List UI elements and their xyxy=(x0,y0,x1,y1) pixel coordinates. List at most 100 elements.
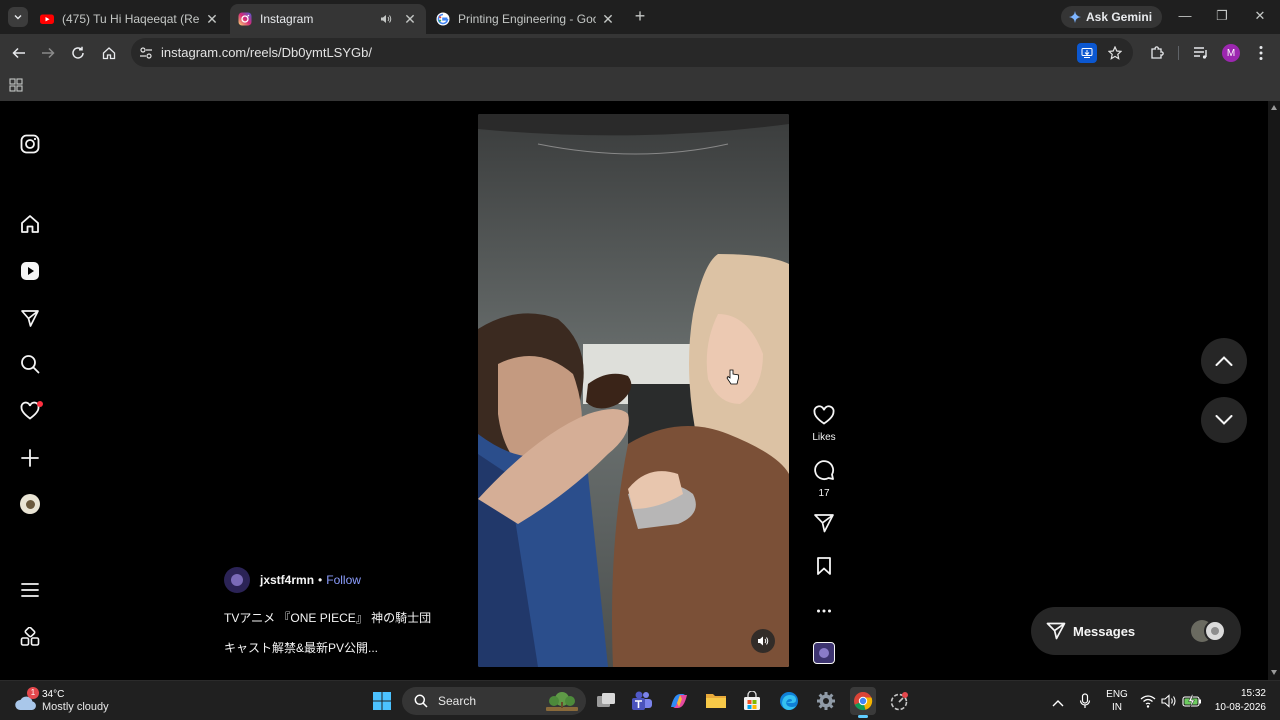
instagram-logo-icon[interactable] xyxy=(18,132,42,156)
settings-app-button[interactable] xyxy=(814,689,838,713)
home-nav-icon[interactable] xyxy=(18,212,42,236)
scroll-up-arrow-icon[interactable] xyxy=(1271,105,1277,110)
install-app-button[interactable] xyxy=(1077,42,1097,63)
ask-gemini-label: Ask Gemini xyxy=(1086,10,1153,24)
tab-youtube[interactable]: (475) Tu Hi Haqeeqat (Reprise) ✕ xyxy=(32,4,228,34)
teams-app-button[interactable] xyxy=(630,689,654,713)
previous-reel-button[interactable] xyxy=(1201,338,1247,384)
reel-video[interactable] xyxy=(478,114,789,667)
microphone-icon xyxy=(1079,693,1091,708)
instagram-icon xyxy=(238,12,252,26)
audio-playing-icon[interactable] xyxy=(380,13,392,25)
media-queue-icon xyxy=(1194,47,1207,59)
audio-thumbnail[interactable] xyxy=(813,642,835,664)
site-settings-icon[interactable] xyxy=(139,46,153,60)
scroll-down-arrow-icon[interactable] xyxy=(1271,670,1277,675)
forward-button[interactable] xyxy=(38,43,58,63)
tab-title: (475) Tu Hi Haqeeqat (Reprise) xyxy=(62,12,200,26)
messages-button[interactable]: Messages xyxy=(1031,607,1241,655)
heart-icon xyxy=(813,405,835,425)
more-menu-icon[interactable] xyxy=(18,578,42,602)
direct-messages-nav-icon[interactable] xyxy=(18,306,42,330)
message-avatars xyxy=(1191,620,1227,642)
search-icon xyxy=(414,694,428,708)
like-button[interactable]: Likes xyxy=(811,405,837,443)
more-options-button[interactable] xyxy=(811,601,837,619)
microsoft-store-button[interactable] xyxy=(740,689,764,713)
tab-instagram[interactable]: Instagram ✕ xyxy=(230,4,426,34)
copilot-app-button[interactable] xyxy=(667,689,691,713)
home-icon xyxy=(102,47,116,60)
start-button[interactable] xyxy=(370,689,394,713)
home-button[interactable] xyxy=(99,43,119,63)
messages-label: Messages xyxy=(1073,623,1136,639)
edge-browser-button[interactable] xyxy=(777,689,801,713)
clock-date: 10-08-2026 xyxy=(1214,702,1266,713)
chrome-icon xyxy=(854,692,873,711)
minimize-button[interactable]: — xyxy=(1175,8,1195,26)
next-reel-button[interactable] xyxy=(1201,397,1247,443)
mute-toggle-button[interactable] xyxy=(751,629,775,653)
show-hidden-icons-button[interactable] xyxy=(1052,694,1066,708)
clock-button[interactable]: 15:32 10-08-2026 xyxy=(1206,687,1266,715)
task-view-button[interactable] xyxy=(594,689,618,713)
address-bar[interactable]: instagram.com/reels/Db0ymtLSYGb/ xyxy=(131,38,1133,67)
reels-nav-icon[interactable] xyxy=(18,259,42,283)
wifi-icon xyxy=(1140,695,1156,708)
close-tab-icon[interactable]: ✕ xyxy=(600,11,616,27)
page-scrollbar[interactable] xyxy=(1268,101,1280,680)
reload-button[interactable] xyxy=(68,43,88,63)
comments-count: 17 xyxy=(818,488,830,499)
star-icon xyxy=(1108,45,1122,60)
paper-plane-icon xyxy=(814,514,834,533)
language-region: IN xyxy=(1112,702,1122,713)
arrow-left-icon xyxy=(12,47,25,59)
chrome-app-button[interactable] xyxy=(850,687,876,718)
windows-taskbar: 1 34°C Mostly cloudy Search ENG IN 15:32… xyxy=(0,680,1280,720)
author-username[interactable]: jxstf4rmn xyxy=(260,573,314,587)
chevron-down-icon xyxy=(14,15,22,20)
apps-grid-icon[interactable] xyxy=(9,78,23,92)
ask-gemini-button[interactable]: Ask Gemini xyxy=(1061,6,1163,28)
browser-menu-button[interactable] xyxy=(1251,43,1271,63)
weather-widget[interactable]: 1 34°C Mostly cloudy xyxy=(14,687,109,715)
store-icon xyxy=(744,691,760,710)
search-nav-icon[interactable] xyxy=(18,352,42,376)
author-avatar[interactable] xyxy=(224,567,250,593)
youtube-icon xyxy=(40,14,54,24)
caption-line[interactable]: キャスト解禁&最新PV公開... xyxy=(224,639,378,656)
profile-nav-avatar[interactable] xyxy=(18,492,42,516)
microphone-button[interactable] xyxy=(1079,693,1093,709)
snipping-tool-button[interactable] xyxy=(887,689,911,713)
browser-tab-strip: (475) Tu Hi Haqeeqat (Reprise) ✕ Instagr… xyxy=(0,0,1280,34)
also-from-meta-icon[interactable] xyxy=(18,625,42,649)
media-controls-button[interactable] xyxy=(1191,43,1211,63)
new-tab-button[interactable]: + xyxy=(630,7,650,26)
install-icon xyxy=(1081,47,1093,58)
tab-google[interactable]: Printing Engineering - Google S ✕ xyxy=(428,4,624,34)
close-tab-icon[interactable]: ✕ xyxy=(402,11,418,27)
save-button[interactable] xyxy=(811,556,837,581)
chevron-down-icon xyxy=(1215,415,1233,425)
profile-avatar[interactable]: M xyxy=(1221,43,1241,63)
mouse-cursor-icon xyxy=(726,369,740,390)
comment-bubble-icon xyxy=(814,460,835,481)
tab-search-button[interactable] xyxy=(8,7,28,27)
comment-button[interactable]: 17 xyxy=(811,459,837,499)
create-nav-icon[interactable] xyxy=(18,446,42,470)
input-language-button[interactable]: ENG IN xyxy=(1104,688,1130,714)
follow-link[interactable]: Follow xyxy=(326,573,361,587)
share-button[interactable] xyxy=(811,513,837,538)
restore-button[interactable]: ❐ xyxy=(1212,8,1232,26)
close-tab-icon[interactable]: ✕ xyxy=(204,11,220,27)
snipping-tool-icon xyxy=(890,692,908,711)
close-window-button[interactable]: ✕ xyxy=(1250,8,1270,26)
back-button[interactable] xyxy=(9,43,29,63)
quick-settings-button[interactable] xyxy=(1140,692,1202,710)
extensions-button[interactable] xyxy=(1147,43,1167,63)
bookmark-star-button[interactable] xyxy=(1105,43,1125,63)
file-explorer-button[interactable] xyxy=(704,689,728,713)
reel-video-frame xyxy=(478,114,789,667)
more-horizontal-icon xyxy=(817,609,831,613)
taskbar-search-box[interactable]: Search xyxy=(402,687,586,715)
